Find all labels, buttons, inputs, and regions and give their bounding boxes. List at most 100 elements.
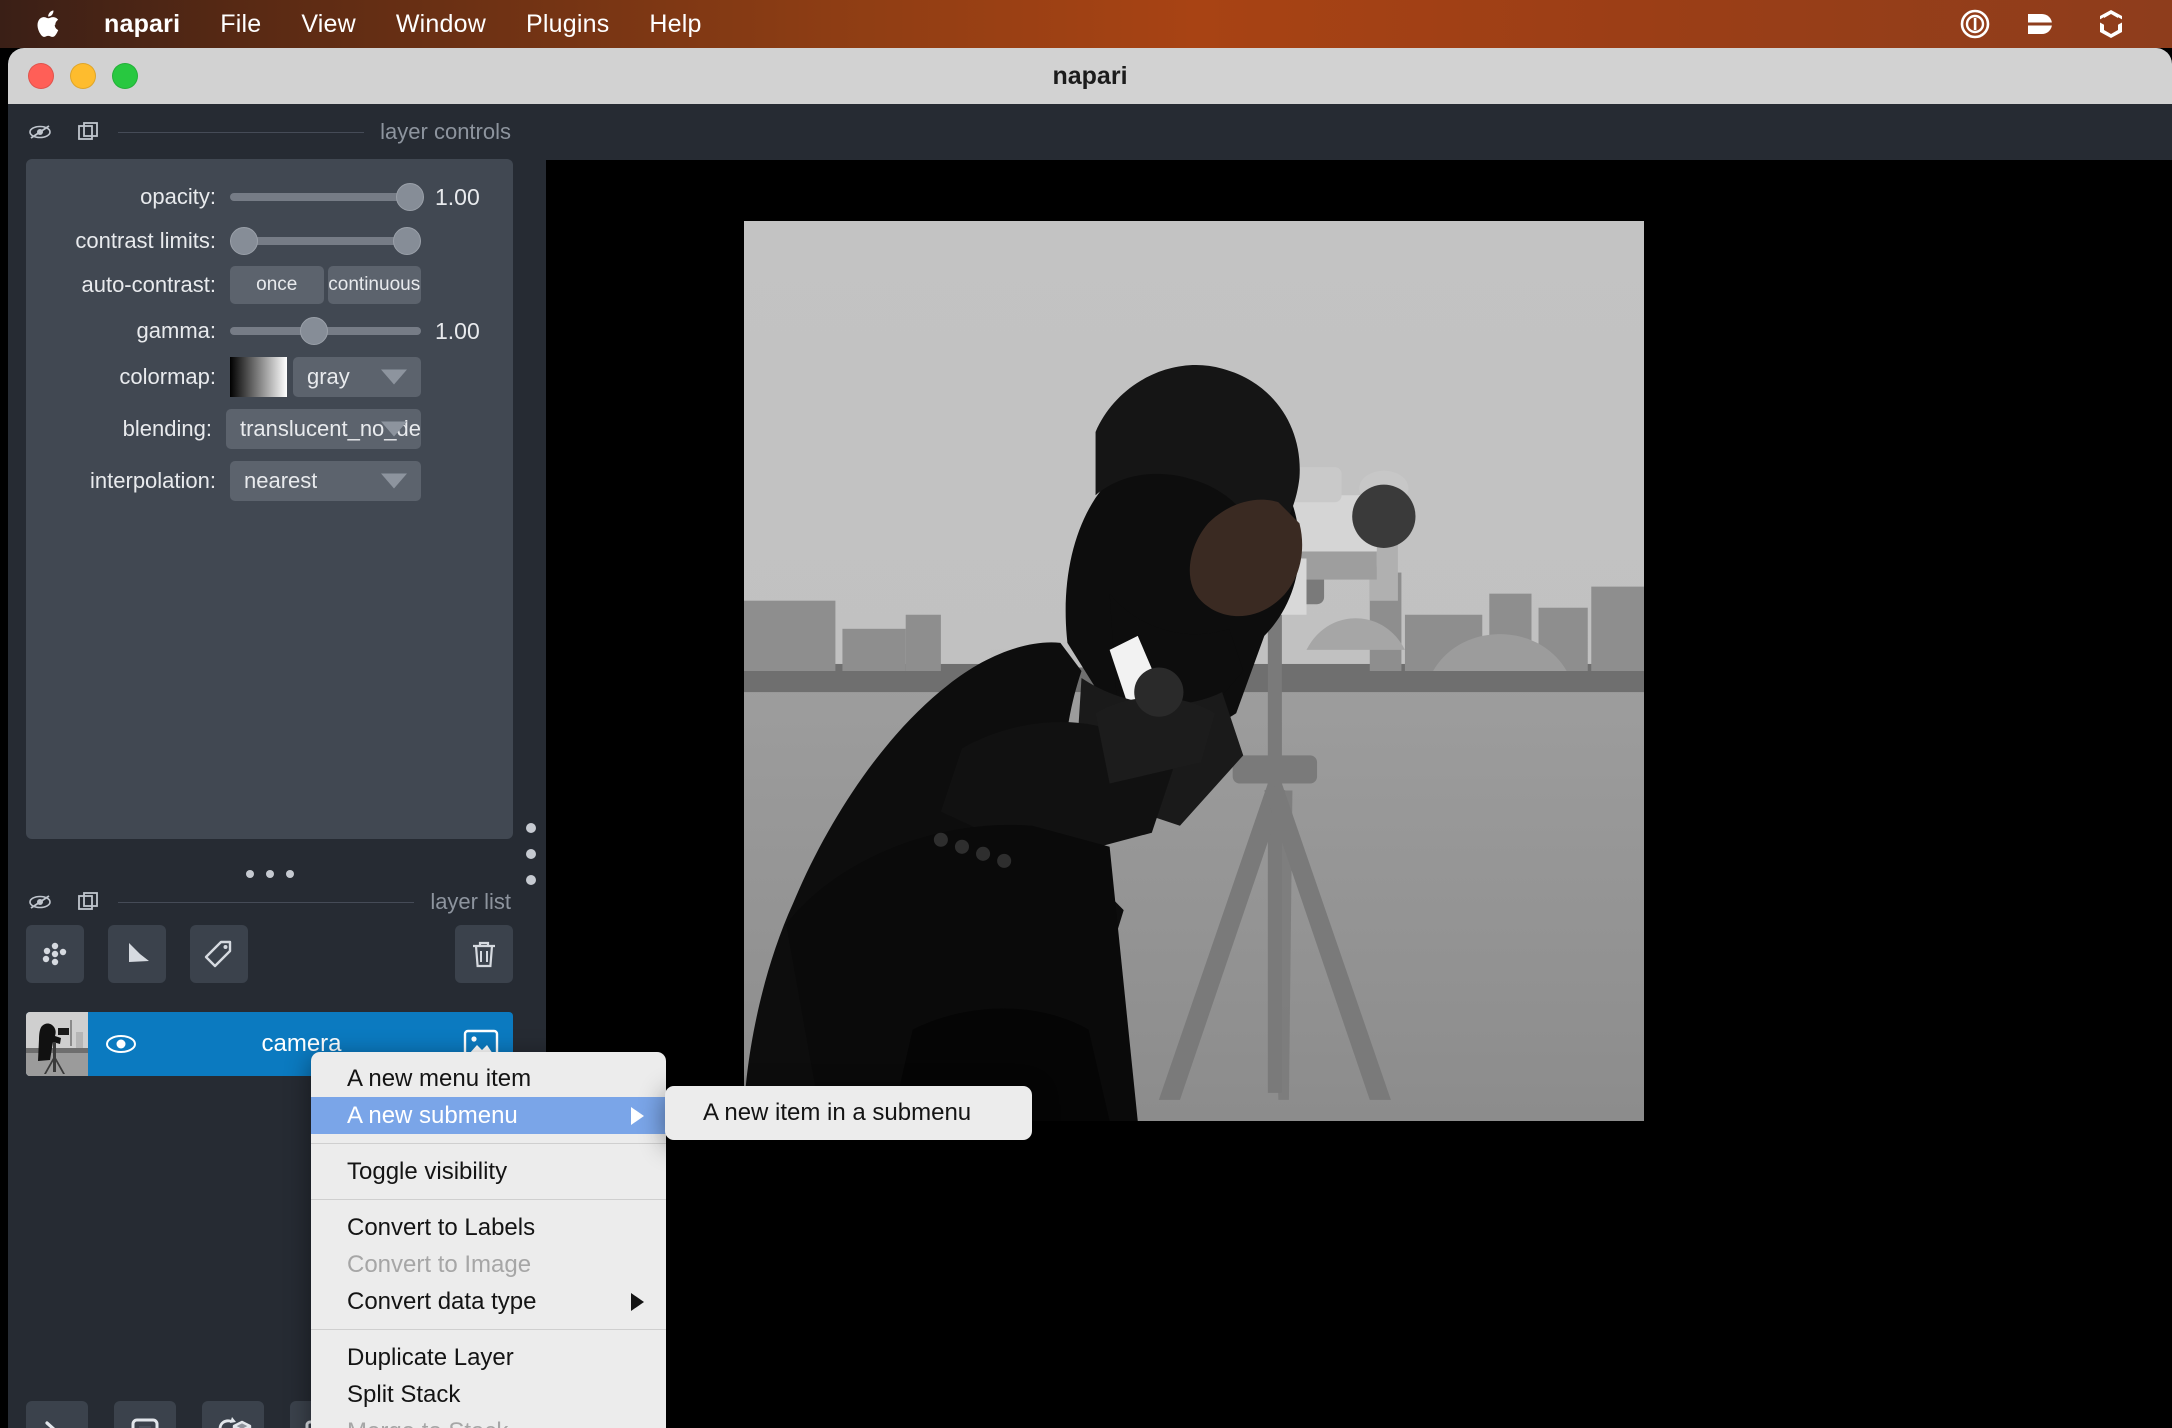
chevron-down-icon (381, 473, 407, 489)
gamma-slider[interactable] (230, 317, 421, 345)
auto-contrast-row: auto-contrast: once continuous (26, 263, 513, 307)
apple-logo-icon[interactable] (32, 7, 66, 41)
menubar-item-file[interactable]: File (200, 0, 281, 48)
context-submenu: A new item in a submenu (665, 1086, 1032, 1140)
menu-separator (311, 1199, 666, 1200)
contrast-limits-low-knob[interactable] (230, 227, 258, 255)
opacity-row: opacity: 1.00 (26, 175, 513, 219)
menu-item-label: A new submenu (347, 1101, 518, 1129)
chevron-down-icon (381, 421, 407, 437)
submenu-arrow-icon (631, 1106, 644, 1125)
menu-item-convert-data-type[interactable]: Convert data type (311, 1283, 666, 1320)
menu-item-a-new-submenu[interactable]: A new submenu (311, 1097, 666, 1134)
contrast-limits-row: contrast limits: (26, 219, 513, 263)
menubar-item-window[interactable]: Window (376, 0, 506, 48)
menu-item-convert-to-labels[interactable]: Convert to Labels (311, 1209, 666, 1246)
splitter-dot (265, 870, 274, 878)
gamma-row: gamma: 1.00 (26, 309, 513, 353)
opacity-value: 1.00 (435, 183, 480, 210)
layer-list-header: layer list (8, 882, 531, 922)
menubar-tray (1958, 7, 2128, 41)
submenu-arrow-icon (631, 1292, 644, 1311)
layer-list-toolbar (26, 924, 513, 984)
menubar-item-plugins[interactable]: Plugins (506, 0, 629, 48)
console-button[interactable] (26, 1401, 88, 1428)
window-title: napari (1052, 61, 1128, 90)
new-shapes-layer-button[interactable] (108, 925, 166, 983)
auto-contrast-buttons: once continuous (230, 266, 421, 304)
colormap-select[interactable]: gray (293, 357, 421, 397)
auto-contrast-label: auto-contrast: (81, 272, 216, 297)
battery-icon[interactable] (2026, 7, 2060, 41)
gamma-label: gamma: (136, 318, 216, 343)
window-titlebar: napari (8, 48, 2172, 104)
gamma-value: 1.00 (435, 317, 480, 344)
splitter-dot (245, 870, 254, 878)
colormap-row: colormap: gray (26, 355, 513, 399)
header-divider (118, 131, 365, 133)
camera-image (744, 221, 1644, 1121)
gamma-knob[interactable] (300, 317, 329, 345)
blending-label: blending: (122, 416, 212, 441)
delete-layer-button[interactable] (455, 925, 513, 983)
menu-item-duplicate-layer[interactable]: Duplicate Layer (311, 1339, 666, 1376)
auto-contrast-continuous-button[interactable]: continuous (327, 266, 421, 304)
colormap-swatch (230, 357, 287, 397)
layer-visibility-toggle[interactable] (88, 1031, 154, 1057)
menu-separator (311, 1143, 666, 1144)
layer-controls-title: layer controls (380, 119, 511, 144)
control-center-icon[interactable] (2094, 7, 2128, 41)
new-points-layer-button[interactable] (26, 925, 84, 983)
menu-item-label: Convert data type (347, 1287, 537, 1315)
contrast-limits-slider[interactable] (230, 227, 421, 255)
menu-item-merge-to-stack: Merge to Stack (311, 1413, 666, 1428)
opacity-knob[interactable] (395, 183, 424, 211)
menu-item-convert-to-image: Convert to Image (347, 1250, 532, 1278)
menubar-item-help[interactable]: Help (629, 0, 721, 48)
menubar-item-napari[interactable]: napari (84, 0, 200, 48)
interpolation-select[interactable]: nearest (230, 461, 421, 501)
menu-item-split-stack[interactable]: Split Stack (311, 1376, 666, 1413)
splitter-dot (526, 849, 536, 859)
roll-dims-button[interactable] (202, 1401, 264, 1428)
colormap-value: gray (307, 364, 350, 389)
splitter-dot (285, 870, 294, 878)
macos-menu-bar: napari File View Window Plugins Help (0, 0, 2172, 48)
viewer-area: activity (541, 160, 2172, 1428)
blending-select[interactable]: translucent_no_de (225, 409, 421, 449)
submenu-item-a-new-item-in-a-submenu[interactable]: A new item in a submenu (665, 1099, 971, 1127)
napari-window: napari layer controls opacity: 1.00 cont… (8, 48, 2172, 1428)
layer-controls-header: layer controls (8, 112, 531, 152)
opacity-label: opacity: (140, 184, 216, 209)
menubar-item-view[interactable]: View (281, 0, 376, 48)
contrast-limits-label: contrast limits: (75, 228, 216, 253)
contrast-limits-high-knob[interactable] (393, 227, 421, 255)
opacity-slider[interactable] (230, 183, 424, 211)
ndisplay-toggle-button[interactable] (114, 1401, 176, 1428)
menu-item-toggle-visibility[interactable]: Toggle visibility (311, 1153, 666, 1190)
interpolation-value: nearest (244, 468, 318, 493)
eye-slash-icon[interactable] (26, 118, 54, 146)
opacity-track (230, 193, 421, 201)
eye-slash-icon[interactable] (26, 888, 54, 916)
header-divider (118, 901, 415, 903)
interpolation-row: interpolation: nearest (26, 459, 513, 503)
colormap-label: colormap: (119, 364, 216, 389)
layer-thumbnail (26, 1012, 88, 1076)
interpolation-label: interpolation: (90, 468, 216, 493)
image-canvas[interactable] (546, 160, 2172, 1428)
chevron-down-icon (381, 369, 407, 385)
new-labels-layer-button[interactable] (190, 925, 248, 983)
copy-panel-icon[interactable] (74, 888, 102, 916)
splitter-dot (526, 823, 536, 833)
do-not-disturb-icon[interactable] (1958, 7, 1992, 41)
menu-item-a-new-menu-item[interactable]: A new menu item (311, 1060, 666, 1097)
layer-context-menu: A new menu item A new submenu Toggle vis… (311, 1052, 666, 1428)
auto-contrast-once-button[interactable]: once (230, 266, 324, 304)
copy-panel-icon[interactable] (74, 118, 102, 146)
menu-separator (311, 1329, 666, 1330)
layer-list-title: layer list (430, 889, 511, 914)
layer-controls-panel: opacity: 1.00 contrast limits: auto-cont… (26, 159, 513, 839)
window-body: layer controls opacity: 1.00 contrast li… (8, 104, 2172, 1428)
blending-row: blending: translucent_no_de (26, 407, 513, 451)
